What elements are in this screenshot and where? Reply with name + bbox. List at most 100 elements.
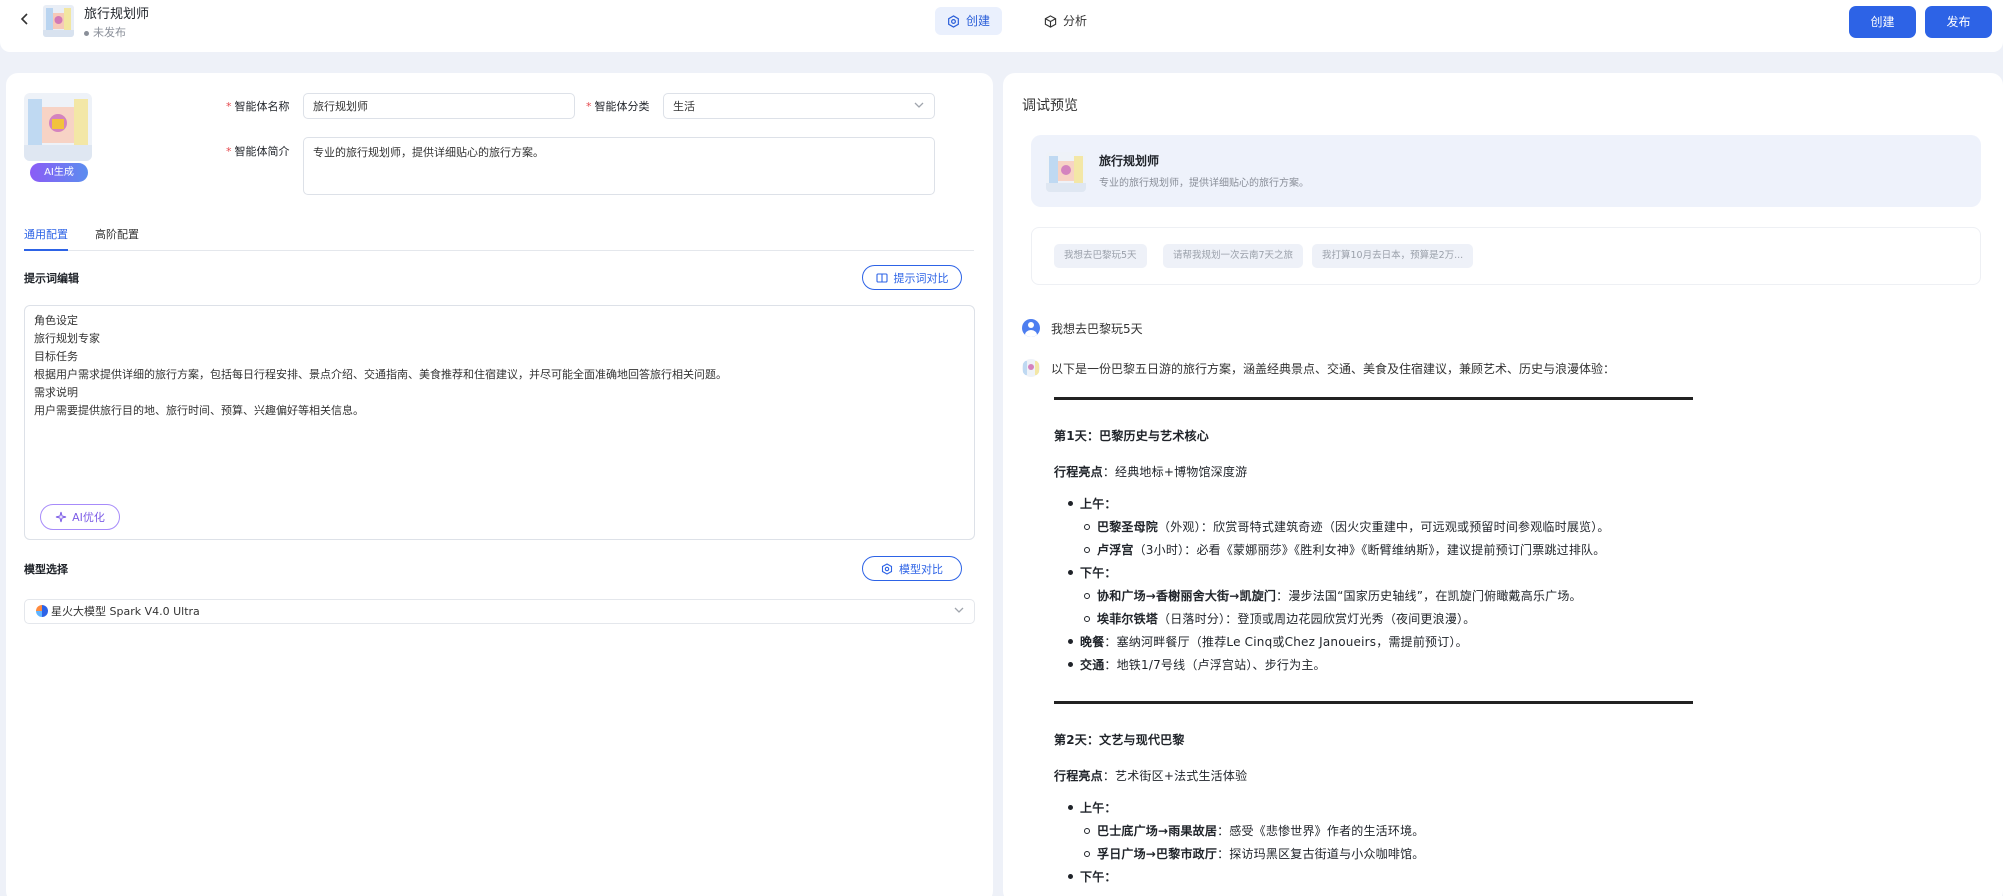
model-compare-button[interactable]: 模型对比 (862, 556, 962, 581)
config-tabs: 通用配置 高阶配置 (24, 225, 974, 251)
intro-label-text: 智能体简介 (234, 145, 290, 158)
chevron-down-icon (954, 600, 964, 623)
day1-highlight-label: 行程亮点 (1054, 465, 1103, 479)
tab-analyze[interactable]: 分析 (1032, 7, 1099, 35)
sparkle-icon (55, 511, 67, 523)
tab-create-label: 创建 (966, 14, 991, 28)
user-message-text: 我想去巴黎玩5天 (1051, 321, 1143, 336)
bullet-icon (1084, 851, 1090, 857)
day1-highlight: 行程亮点：经典地标+博物馆深度游 (1054, 463, 1247, 480)
list-item: 卢浮宫（3小时）：必看《蒙娜丽莎》《胜利女神》《断臂维纳斯》，建议提前预订门票跳… (1084, 541, 1605, 558)
prompt-compare-button[interactable]: 提示词对比 (862, 265, 962, 290)
list-item: 埃菲尔铁塔（日落时分）：登顶或周边花园欣赏灯光秀（夜间更浪漫）。 (1084, 610, 1475, 627)
day1-morning: 上午： (1080, 497, 1117, 511)
top-bar: 旅行规划师 未发布 创建 分析 创建 发布 (0, 0, 2003, 52)
prompt-line: 根据用户需求提供详细的旅行方案，包括每日行程安排、景点介绍、交通指南、美食推荐和… (34, 368, 727, 381)
day1-transport-bold: 交通 (1080, 658, 1105, 672)
name-label: * 智能体名称 (226, 100, 290, 113)
day2-highlight-value: ：艺术街区+法式生活体验 (1102, 769, 1248, 783)
agent-intro-textarea[interactable]: 专业的旅行规划师，提供详细贴心的旅行方案。 (303, 137, 935, 195)
ai-generate-badge[interactable]: AI生成 (30, 163, 88, 182)
name-label-text: 智能体名称 (234, 100, 290, 113)
bullet-icon (1068, 805, 1073, 810)
bullet-icon (1084, 828, 1090, 834)
bullet-icon (1068, 501, 1073, 506)
agent-name-input[interactable]: 旅行规划师 (303, 93, 575, 119)
app-title: 旅行规划师 (84, 7, 150, 22)
day1-m1-text: （外观）：欣赏哥特式建筑奇迹（因火灾重建中，可远观或预留时间参观临时展览）。 (1158, 520, 1610, 534)
config-panel: AI生成 * 智能体名称 旅行规划师 * 智能体分类 生活 * 智能体简介 专业的旅行… (6, 73, 993, 896)
day2-m1-bold: 巴士底广场→雨果故居 (1097, 824, 1218, 838)
bot-avatar (1022, 359, 1040, 377)
model-select-value: 星火大模型 Spark V4.0 Ultra (51, 605, 200, 618)
ai-optimize-button[interactable]: AI优化 (40, 504, 120, 530)
create-button[interactable]: 创建 (1849, 6, 1916, 38)
bot-intro-text: 以下是一份巴黎五日游的旅行方案，涵盖经典景点、交通、美食及住宿建议，兼顾艺术、历… (1051, 361, 1616, 376)
agent-intro-card: 旅行规划师 专业的旅行规划师，提供详细贴心的旅行方案。 (1031, 135, 1981, 207)
day1-dinner-bold: 晚餐 (1080, 635, 1105, 649)
agent-name: 旅行规划师 (1099, 154, 1160, 168)
list-item: 上午： (1068, 799, 1117, 816)
day2-m1-text: ：感受《悲惨世界》作者的生活环境。 (1217, 824, 1425, 838)
suggestions-card: 我想去巴黎玩5天 请帮我规划一次云南7天之旅 我打算10月去日本，预算是2万..… (1031, 227, 1981, 285)
category-select-value: 生活 (673, 100, 695, 113)
ai-optimize-label: AI优化 (72, 511, 105, 524)
day1-m1-bold: 巴黎圣母院 (1097, 520, 1159, 534)
prompt-line: 角色设定 (34, 314, 78, 327)
bullet-icon (1068, 639, 1073, 644)
publish-button[interactable]: 发布 (1925, 6, 1992, 38)
suggestion-chip[interactable]: 请帮我规划一次云南7天之旅 (1163, 244, 1304, 268)
list-item: 晚餐：塞纳河畔餐厅（推荐Le Cinq或Chez Janoueirs，需提前预订… (1068, 633, 1468, 650)
model-compare-label: 模型对比 (899, 562, 943, 576)
model-section-title: 模型选择 (24, 563, 68, 576)
chevron-left-icon[interactable] (17, 12, 33, 30)
prompt-section-title: 提示词编辑 (24, 272, 79, 285)
intro-label: * 智能体简介 (226, 145, 290, 158)
tab-general-config[interactable]: 通用配置 (24, 225, 68, 251)
category-label: * 智能体分类 (586, 100, 650, 113)
category-label-text: 智能体分类 (594, 100, 650, 113)
list-item: 巴士底广场→雨果故居：感受《悲惨世界》作者的生活环境。 (1084, 822, 1424, 839)
bullet-icon (1068, 662, 1073, 667)
list-item: 下午： (1068, 564, 1117, 581)
day1-dinner-text: ：塞纳河畔餐厅（推荐Le Cinq或Chez Janoueirs，需提前预订）。 (1104, 635, 1468, 649)
suggestion-chip[interactable]: 我打算10月去日本，预算是2万... (1312, 244, 1474, 268)
day1-transport-text: ：地铁1/7号线（卢浮宫站）、步行为主。 (1104, 658, 1326, 672)
prompt-line: 需求说明 (34, 386, 78, 399)
day2-morning: 上午： (1080, 801, 1117, 815)
cube-icon (1044, 14, 1057, 28)
list-item: 上午： (1068, 495, 1117, 512)
bullet-icon (1084, 616, 1090, 622)
preview-panel: 调试预览 旅行规划师 专业的旅行规划师，提供详细贴心的旅行方案。 我想去巴黎玩5… (1003, 73, 2003, 896)
tab-create[interactable]: 创建 (935, 7, 1003, 35)
bot-message: 以下是一份巴黎五日游的旅行方案，涵盖经典景点、交通、美食及住宿建议，兼顾艺术、历… (1022, 359, 1615, 377)
list-item: 协和广场→香榭丽舍大街→凯旋门：漫步法国“国家历史轴线”，在凯旋门俯瞰戴高乐广场… (1084, 587, 1582, 604)
suggestion-chip[interactable]: 我想去巴黎玩5天 (1054, 244, 1147, 268)
day1-a2-bold: 埃菲尔铁塔 (1097, 612, 1159, 626)
app-status: 未发布 (84, 24, 126, 40)
status-dot-icon (84, 30, 89, 36)
day2-title: 第2天：文艺与现代巴黎 (1054, 733, 1185, 747)
agent-desc: 专业的旅行规划师，提供详细贴心的旅行方案。 (1099, 178, 1309, 189)
bullet-icon (1084, 593, 1090, 599)
tab-analyze-label: 分析 (1063, 14, 1088, 28)
day1-afternoon: 下午： (1080, 566, 1117, 580)
gear-icon (881, 562, 893, 575)
list-item: 巴黎圣母院（外观）：欣赏哥特式建筑奇迹（因火灾重建中，可远观或预留时间参观临时展… (1084, 518, 1610, 535)
compare-icon (875, 272, 888, 283)
preview-title: 调试预览 (1022, 98, 1078, 114)
day1-title: 第1天：巴黎历史与艺术核心 (1054, 429, 1209, 443)
day1-highlight-value: ：经典地标+博物馆深度游 (1102, 465, 1248, 479)
prompt-line: 用户需要提供旅行目的地、旅行时间、预算、兴趣偏好等相关信息。 (34, 404, 364, 417)
day2-highlight: 行程亮点：艺术街区+法式生活体验 (1054, 767, 1247, 784)
agent-avatar[interactable] (24, 93, 92, 161)
tab-advanced-config[interactable]: 高阶配置 (95, 225, 139, 251)
user-message: 我想去巴黎玩5天 (1022, 319, 1143, 337)
bullet-icon (1068, 570, 1073, 575)
day2-m2-bold: 孚日广场→巴黎市政厅 (1097, 847, 1218, 861)
prompt-editor[interactable]: 角色设定 旅行规划专家 目标任务 根据用户需求提供详细的旅行方案，包括每日行程安… (24, 305, 975, 540)
bullet-icon (1084, 547, 1090, 553)
app-status-text: 未发布 (93, 26, 126, 39)
category-select[interactable]: 生活 (663, 93, 935, 119)
model-select[interactable]: 星火大模型 Spark V4.0 Ultra (24, 599, 975, 624)
